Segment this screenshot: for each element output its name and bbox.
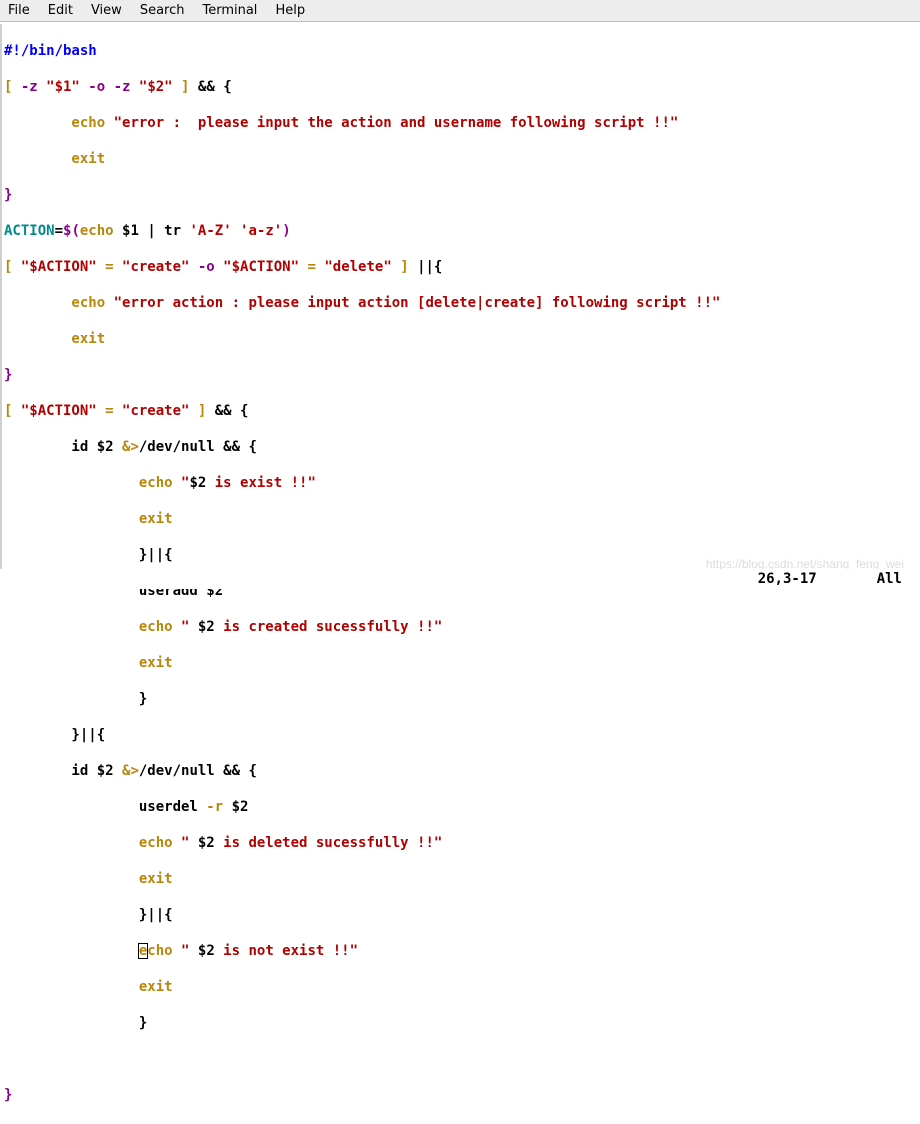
code-line: } <box>4 186 916 204</box>
menu-search[interactable]: Search <box>140 3 185 18</box>
statusbar: 26,3-17 All <box>0 569 920 589</box>
scroll-indicator: All <box>877 571 902 587</box>
code-line: } <box>4 1086 916 1104</box>
cursor-position: 26,3-17 <box>758 571 817 587</box>
menu-help[interactable]: Help <box>275 3 305 18</box>
code-line: id $2 &>/dev/null && { <box>4 438 916 456</box>
code-line: [ "$ACTION" = "create" -o "$ACTION" = "d… <box>4 258 916 276</box>
code-line: exit <box>4 870 916 888</box>
code-line <box>4 1050 916 1068</box>
code-line: } <box>4 1014 916 1032</box>
code-line: userdel -r $2 <box>4 798 916 816</box>
code-line: exit <box>4 510 916 528</box>
code-line: echo " $2 is not exist !!" <box>4 942 916 960</box>
code-line: echo "error action : please input action… <box>4 294 916 312</box>
code-line: exit <box>4 330 916 348</box>
menu-terminal[interactable]: Terminal <box>202 3 257 18</box>
menubar: File Edit View Search Terminal Help <box>0 0 920 22</box>
code-line: [ -z "$1" -o -z "$2" ] && { <box>4 78 916 96</box>
code-line: echo "error : please input the action an… <box>4 114 916 132</box>
code-line: echo " $2 is deleted sucessfully !!" <box>4 834 916 852</box>
menu-file[interactable]: File <box>8 3 30 18</box>
code-line: [ "$ACTION" = "create" ] && { <box>4 402 916 420</box>
code-line: #!/bin/bash <box>4 42 916 60</box>
code-line: ACTION=$(echo $1 | tr 'A-Z' 'a-z') <box>4 222 916 240</box>
code-line: } <box>4 690 916 708</box>
menu-view[interactable]: View <box>91 3 122 18</box>
code-line: }||{ <box>4 906 916 924</box>
code-line: }||{ <box>4 546 916 564</box>
code-line: } <box>4 366 916 384</box>
code-line: echo " $2 is created sucessfully !!" <box>4 618 916 636</box>
code-line: echo "$2 is exist !!" <box>4 474 916 492</box>
code-line: exit <box>4 150 916 168</box>
code-line: exit <box>4 978 916 996</box>
code-line: id $2 &>/dev/null && { <box>4 762 916 780</box>
menu-edit[interactable]: Edit <box>48 3 73 18</box>
code-line: }||{ <box>4 726 916 744</box>
code-line: exit <box>4 654 916 672</box>
